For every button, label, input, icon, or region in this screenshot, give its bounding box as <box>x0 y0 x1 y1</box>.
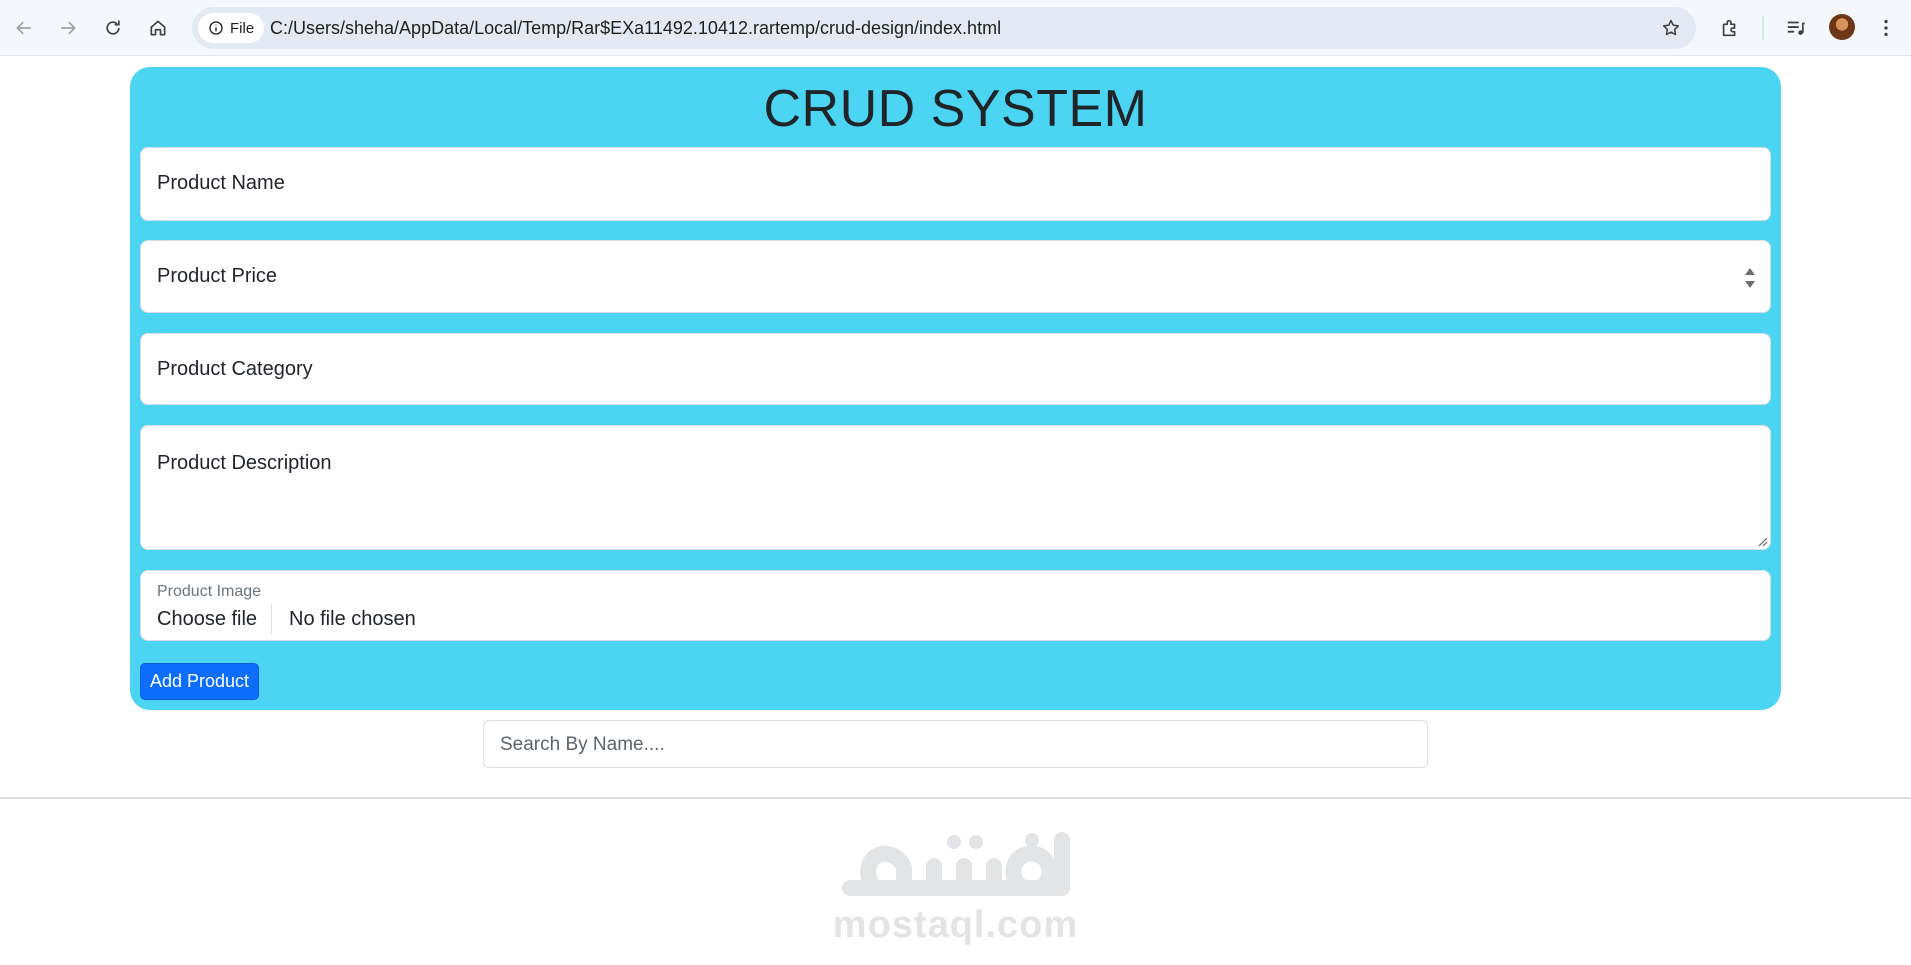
search-placeholder: Search By Name.... <box>500 734 665 755</box>
reload-icon <box>106 20 120 35</box>
product-price-placeholder: Product Price <box>157 265 278 287</box>
bookmark-button[interactable] <box>1656 13 1686 43</box>
choose-file-button[interactable]: Choose file <box>157 604 273 634</box>
add-product-button[interactable]: Add Product <box>140 663 259 700</box>
url-text[interactable]: C:/Users/sheha/AppData/Local/Temp/Rar$EX… <box>270 7 1001 49</box>
profile-avatar[interactable] <box>1829 14 1855 40</box>
home-button[interactable] <box>138 8 178 48</box>
address-bar[interactable]: File C:/Users/sheha/AppData/Local/Temp/R… <box>192 7 1696 49</box>
page-title: CRUD SYSTEM <box>763 80 1148 138</box>
forward-button[interactable] <box>48 8 88 48</box>
home-icon <box>150 20 166 36</box>
product-image-input[interactable]: Product Image Choose file No file chosen <box>140 570 1771 641</box>
product-category-placeholder: Product Category <box>157 358 313 380</box>
number-spinner-icon[interactable] <box>1744 265 1756 291</box>
mostaql-logo-icon <box>842 832 1070 896</box>
star-icon <box>1662 19 1680 36</box>
resize-handle-icon[interactable] <box>1758 537 1768 547</box>
page-divider <box>0 797 1911 799</box>
search-input[interactable]: Search By Name.... <box>483 720 1428 768</box>
media-controls-button[interactable] <box>1776 8 1816 48</box>
browser-toolbar: File C:/Users/sheha/AppData/Local/Temp/R… <box>0 0 1911 56</box>
crud-form-card: CRUD SYSTEM Product Name Product Price P… <box>130 67 1781 710</box>
forward-arrow-icon <box>61 21 76 35</box>
product-name-placeholder: Product Name <box>157 172 285 194</box>
product-price-input[interactable]: Product Price <box>140 240 1771 313</box>
info-icon <box>209 21 223 35</box>
site-info-chip[interactable]: File <box>198 13 264 43</box>
back-button[interactable] <box>4 8 44 48</box>
watermark-text: mostaql.com <box>832 904 1079 946</box>
toolbar-separator <box>1762 16 1764 40</box>
product-description-textarea[interactable]: Product Description <box>140 425 1771 550</box>
back-arrow-icon <box>16 21 31 35</box>
menu-button[interactable] <box>1866 8 1906 48</box>
extensions-button[interactable] <box>1710 8 1750 48</box>
site-chip-label: File <box>230 19 255 37</box>
product-category-input[interactable]: Product Category <box>140 333 1771 405</box>
reload-button[interactable] <box>93 8 133 48</box>
product-name-input[interactable]: Product Name <box>140 147 1771 221</box>
product-image-label: Product Image <box>157 583 262 600</box>
puzzle-icon <box>1722 19 1736 37</box>
product-description-placeholder: Product Description <box>157 452 332 474</box>
playlist-icon <box>1787 21 1805 35</box>
no-file-text: No file chosen <box>289 608 416 630</box>
more-vertical-icon <box>1884 19 1888 37</box>
